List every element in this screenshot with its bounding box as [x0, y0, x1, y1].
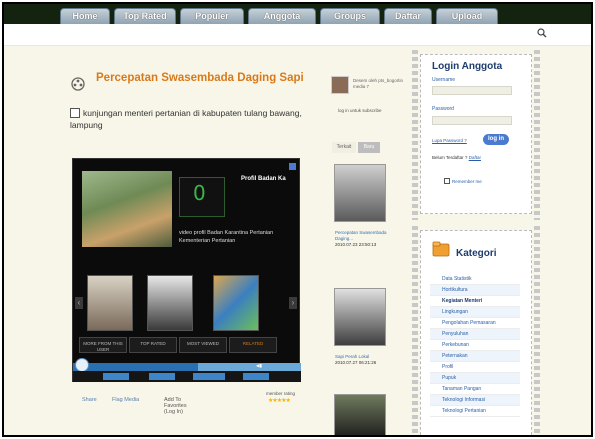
video-description: kunjungan menteri pertanian di kabupaten… — [70, 108, 302, 130]
rating-stars[interactable]: ★★★★★ — [268, 397, 291, 404]
control-button[interactable] — [243, 373, 269, 380]
login-title: Login Anggota — [432, 61, 503, 72]
tab-populer[interactable]: Populer — [180, 8, 244, 24]
add-favorites-link[interactable]: Add To Favorites (Log In) — [164, 397, 194, 415]
chevron-left-icon[interactable]: ‹ — [75, 297, 83, 309]
film-strip-decoration — [534, 226, 540, 435]
avatar[interactable] — [331, 76, 349, 94]
folder-icon — [432, 241, 450, 257]
player-profile-title: Profil Badan Ka — [241, 176, 286, 182]
tab-home[interactable]: Home — [60, 8, 110, 24]
register-text: Belum Terdaftar ? Daftar — [432, 155, 481, 160]
kategori-item[interactable]: Perkebunan — [430, 340, 520, 351]
video-title: Percepatan Swasembada Daging Sapi — [96, 72, 304, 84]
password-field[interactable] — [432, 116, 512, 125]
search-icon[interactable] — [537, 28, 547, 38]
related-thumb[interactable] — [213, 275, 259, 331]
tab-baru[interactable]: Baru — [358, 142, 380, 153]
tab-terkait[interactable]: Terkait — [332, 142, 356, 153]
kategori-item[interactable]: Teknologi Informasi — [430, 395, 520, 406]
flag-media-link[interactable]: Flag Media — [112, 397, 139, 403]
side-video-thumb[interactable] — [334, 288, 386, 346]
info-icon[interactable] — [289, 163, 296, 170]
film-strip-decoration — [412, 50, 418, 220]
film-strip-decoration — [534, 50, 540, 220]
password-label: Password — [432, 106, 454, 112]
play-button[interactable] — [75, 358, 89, 372]
side-video-date: 2010.07.23 23:50:13 — [335, 242, 377, 247]
remember-checkbox[interactable] — [444, 178, 450, 184]
tab-daftar[interactable]: Daftar — [384, 8, 432, 24]
tab-groups[interactable]: Groups — [320, 8, 380, 24]
register-link[interactable]: Daftar — [469, 155, 481, 160]
volume-icon[interactable]: ◀▮ — [256, 363, 262, 369]
kategori-item[interactable]: Pengolahan Pemasaran — [430, 318, 520, 329]
player-tab-most-viewed[interactable]: MOST VIEWED — [179, 337, 227, 353]
progress-fill — [73, 363, 199, 371]
kategori-item[interactable]: Profil — [430, 362, 520, 373]
player-tab-related[interactable]: RELATED — [229, 337, 277, 353]
kategori-item[interactable]: Peternakan — [430, 351, 520, 362]
kategori-item[interactable]: Lingkungan — [430, 307, 520, 318]
kategori-item[interactable]: Kegiatan Menteri — [430, 296, 520, 307]
film-strip-decoration — [412, 226, 418, 435]
control-button[interactable] — [103, 373, 129, 380]
top-nav: Home Top Rated Populer Anggota Groups Da… — [4, 4, 591, 24]
film-reel-icon — [71, 77, 85, 91]
member-rating-label: member rating — [266, 391, 296, 396]
kategori-item[interactable]: Tanaman Pangan — [430, 384, 520, 395]
username-label: Username — [432, 77, 456, 83]
remember-label[interactable]: Remember me — [452, 179, 492, 185]
uploader-info: Desem oleh pts_bogortin media 7 — [353, 78, 404, 89]
logo-zero-icon: 0 — [193, 181, 206, 205]
side-video-date: 2010.07.27 06:21:26 — [335, 360, 377, 365]
player-tab-more-from-user[interactable]: MORE FROM THIS USER — [79, 337, 127, 353]
player-tab-top-rated[interactable]: TOP RATED — [129, 337, 177, 353]
kategori-item[interactable]: Data Statistik — [430, 274, 520, 285]
search-bar — [4, 24, 591, 46]
share-link[interactable]: Share — [82, 397, 97, 403]
kategori-item[interactable]: Pupuk — [430, 373, 520, 384]
kategori-title: Kategori — [456, 248, 497, 259]
chevron-right-icon[interactable]: › — [289, 297, 297, 309]
side-video-thumb[interactable] — [334, 394, 386, 435]
kategori-item[interactable]: Hortikultura — [430, 285, 520, 296]
side-video-caption: Sapi Perah Lokal 2010.07.27 06:21:26 — [335, 354, 389, 366]
kategori-list: Data Statistik Hortikultura Kegiatan Mente… — [430, 274, 520, 417]
side-video-caption: Percepatan Swasembada Daging... 2010.07.… — [335, 230, 389, 248]
control-button[interactable] — [193, 373, 225, 380]
related-thumb[interactable] — [87, 275, 133, 331]
tab-anggota[interactable]: Anggota — [248, 8, 316, 24]
register-prompt: Belum Terdaftar ? — [432, 155, 468, 160]
control-button[interactable] — [149, 373, 175, 380]
side-video-title[interactable]: Percepatan Swasembada Daging... — [335, 230, 389, 242]
featured-caption: video profil Badan Karantina Pertanian K… — [179, 230, 274, 244]
login-subscribe-text[interactable]: log in untuk subscribe — [338, 108, 382, 113]
tab-upload[interactable]: Upload — [436, 8, 498, 24]
featured-video-image[interactable] — [82, 171, 172, 247]
side-video-thumb[interactable] — [334, 164, 386, 222]
login-button[interactable]: log in — [483, 134, 509, 145]
kategori-item[interactable]: Teknologi Pertanian — [430, 406, 520, 417]
kategori-item[interactable]: Penyuluhan — [430, 329, 520, 340]
video-player[interactable]: 0 Profil Badan Ka video profil Badan Kar… — [72, 158, 301, 382]
related-thumb[interactable] — [147, 275, 193, 331]
browser-frame: Home Top Rated Populer Anggota Groups Da… — [2, 2, 593, 437]
tab-top-rated[interactable]: Top Rated — [114, 8, 176, 24]
forgot-password-link[interactable]: Lupa Password ? — [432, 138, 467, 143]
progress-bar[interactable] — [73, 363, 301, 371]
username-field[interactable] — [432, 86, 512, 95]
